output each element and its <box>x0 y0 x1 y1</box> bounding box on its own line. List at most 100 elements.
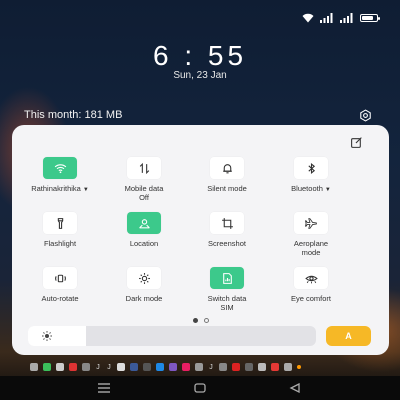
tile-screenshot[interactable]: Screenshot <box>185 212 269 268</box>
navigation-bar <box>0 376 400 400</box>
tile-airplane[interactable]: Aeroplane mode <box>269 212 353 268</box>
tile-toggle-button[interactable] <box>127 212 161 234</box>
tile-rotate[interactable]: Auto-rotate <box>18 267 102 323</box>
app-letter: J <box>107 363 111 371</box>
tile-toggle-button[interactable] <box>127 157 161 179</box>
auto-brightness-button[interactable]: A <box>326 326 371 346</box>
tile-toggle-button[interactable] <box>43 157 77 179</box>
airplane-icon <box>304 217 318 230</box>
tile-label: Mobile data Off <box>124 184 164 202</box>
tile-label: Silent mode <box>207 184 247 193</box>
message-icon <box>56 363 64 371</box>
facebook-icon <box>130 363 138 371</box>
eye-icon <box>304 272 318 285</box>
app-icon <box>245 363 253 371</box>
page-indicator <box>12 318 389 323</box>
edit-tiles-button[interactable] <box>349 135 363 149</box>
app-icon <box>143 363 151 371</box>
page-dot[interactable] <box>192 318 198 323</box>
data-usage-text[interactable]: This month: 181 MB <box>24 109 122 121</box>
tile-wifi[interactable]: Rathinakrithika ▼ <box>18 157 102 213</box>
tile-sim[interactable]: Switch data SIM <box>185 267 269 323</box>
tile-bell[interactable]: Silent mode <box>185 157 269 213</box>
wifi-icon <box>54 162 67 175</box>
dark-mode-icon <box>138 272 151 285</box>
brightness-level <box>28 326 86 346</box>
status-bar <box>302 12 380 24</box>
tile-toggle-button[interactable] <box>294 212 328 234</box>
app-icon <box>30 363 38 371</box>
tile-toggle-button[interactable] <box>127 267 161 289</box>
tile-toggle-button[interactable] <box>43 267 77 289</box>
flashlight-icon <box>54 217 67 230</box>
app-icon <box>82 363 90 371</box>
tile-label: Dark mode <box>125 294 163 303</box>
tile-label: Switch data SIM <box>207 294 247 312</box>
menu-icon <box>98 383 110 393</box>
location-icon <box>138 217 151 230</box>
app-icon <box>156 363 164 371</box>
brightness-slider[interactable] <box>28 326 316 346</box>
battery-icon <box>360 14 380 22</box>
tile-toggle-button[interactable] <box>210 157 244 179</box>
tile-toggle-button[interactable] <box>210 267 244 289</box>
recents-button[interactable] <box>97 382 111 394</box>
app-icon <box>182 363 190 371</box>
tile-label: Aeroplane mode <box>293 239 329 257</box>
page-dot[interactable] <box>203 318 209 323</box>
clock-date: Sun, 23 Jan <box>173 70 227 81</box>
tile-flashlight[interactable]: Flashlight <box>18 212 102 268</box>
tile-label: Bluetooth ▼ <box>291 184 331 193</box>
notification-icons: J J J <box>30 362 375 372</box>
tile-label: Screenshot <box>208 239 246 248</box>
rotate-icon <box>54 272 67 285</box>
caret-down-icon[interactable]: ▼ <box>325 187 331 193</box>
sun-icon <box>42 331 52 341</box>
bluetooth-icon <box>305 162 318 175</box>
gmail-icon <box>232 363 240 371</box>
app-letter: J <box>96 363 100 371</box>
tile-location[interactable]: Location <box>102 212 186 268</box>
app-letter: J <box>209 363 213 371</box>
youtube-icon <box>69 363 77 371</box>
signal-icon-2 <box>340 13 353 23</box>
tile-label: Rathinakrithika ▼ <box>31 184 89 193</box>
tile-mobile-data[interactable]: Mobile data Off <box>102 157 186 213</box>
tile-bluetooth[interactable]: Bluetooth ▼ <box>269 157 353 213</box>
settings-button[interactable] <box>358 108 372 122</box>
tile-label: Auto-rotate <box>41 294 79 303</box>
back-button[interactable] <box>288 382 302 394</box>
clock-time: 6 : 55 <box>152 40 248 71</box>
tile-label: Flashlight <box>43 239 77 248</box>
signal-icon-1 <box>320 13 333 23</box>
back-icon <box>289 383 300 393</box>
home-icon <box>194 383 206 393</box>
mobile-data-icon <box>138 162 151 175</box>
caret-down-icon[interactable]: ▼ <box>83 187 89 193</box>
app-icon <box>195 363 203 371</box>
tile-toggle-button[interactable] <box>210 212 244 234</box>
tile-toggle-button[interactable] <box>294 157 328 179</box>
screenshot-icon <box>221 217 234 230</box>
app-icon <box>271 363 279 371</box>
gear-icon <box>359 108 371 122</box>
app-icon <box>219 363 227 371</box>
phone-icon <box>117 363 125 371</box>
quick-settings-panel: Rathinakrithika ▼ Mobile data Off Silent mod… <box>12 125 389 355</box>
tile-toggle-button[interactable] <box>43 212 77 234</box>
tile-toggle-button[interactable] <box>294 267 328 289</box>
tile-label: Eye comfort <box>290 294 331 303</box>
whatsapp-icon <box>43 363 51 371</box>
tile-label: Location <box>129 239 159 248</box>
app-icon <box>169 363 177 371</box>
edit-icon <box>350 136 362 148</box>
app-icon <box>284 363 292 371</box>
tile-dark-mode[interactable]: Dark mode <box>102 267 186 323</box>
wifi-icon <box>302 13 314 23</box>
app-icon <box>258 363 266 371</box>
bell-icon <box>221 162 234 175</box>
sim-icon <box>221 272 234 285</box>
tile-eye[interactable]: Eye comfort <box>269 267 353 323</box>
home-button[interactable] <box>193 382 207 394</box>
dot-icon <box>297 365 301 369</box>
